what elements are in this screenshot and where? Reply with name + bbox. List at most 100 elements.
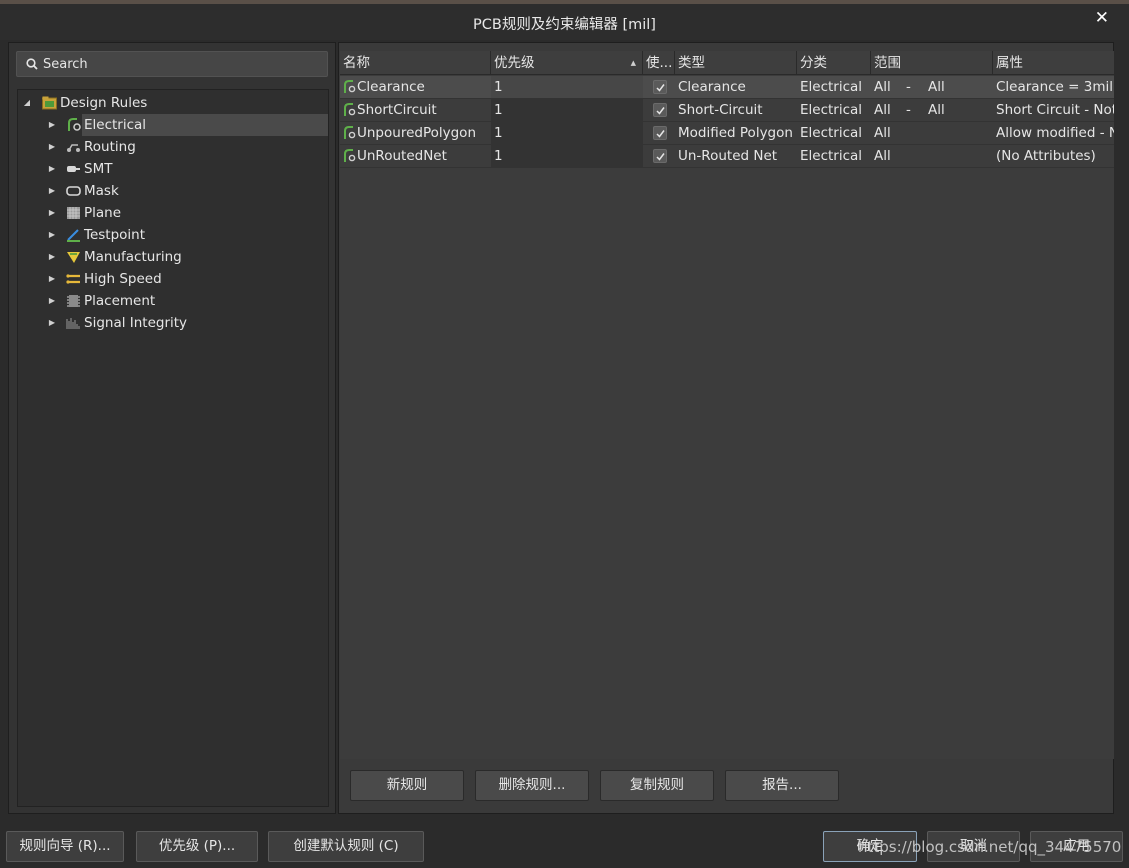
smt-icon (67, 166, 80, 172)
rule-name-cell[interactable]: Clearance (340, 76, 491, 98)
tree-item-electrical-row[interactable]: ▶ Electrical (18, 114, 328, 136)
type-cell: Modified Polygon (678, 125, 793, 141)
scope1-cell: All (874, 125, 891, 141)
collapsed-arrow-icon[interactable]: ▶ (47, 246, 57, 268)
new-rule-button[interactable]: 新规则 (350, 770, 464, 801)
search-icon (26, 58, 38, 70)
rule-name: Clearance (357, 79, 425, 95)
rule-icon (344, 149, 356, 162)
tree-root-design-rules[interactable]: ◢ Design Rules (18, 92, 328, 114)
rule-name: UnpouredPolygon (357, 125, 476, 141)
attributes-cell: Clearance = 3mil (996, 79, 1113, 95)
tree-item-mask[interactable]: ▶ Mask (18, 180, 328, 202)
copy-rule-button[interactable]: 复制规则 (600, 770, 714, 801)
rule-name-cell[interactable]: UnRoutedNet (340, 145, 491, 167)
tree-item-manufacturing[interactable]: ▶ Manufacturing (18, 246, 328, 268)
scope1-cell: All (874, 102, 891, 118)
priority-cell[interactable]: 1 (491, 145, 643, 167)
close-icon[interactable]: ✕ (1095, 8, 1109, 28)
rules-tree[interactable]: ◢ Design Rules ▶ Electrical ▶ Routing ▶ … (17, 89, 329, 807)
cancel-button[interactable]: 取消 (927, 831, 1020, 862)
table-row[interactable]: ShortCircuit 1 Short-Circuit Electrical … (340, 99, 1114, 122)
table-row[interactable]: UnpouredPolygon 1 Modified Polygon Elect… (340, 122, 1114, 145)
collapsed-arrow-icon[interactable]: ▶ (47, 158, 57, 180)
enabled-cell (643, 122, 675, 144)
table-row[interactable]: UnRoutedNet 1 Un-Routed Net Electrical A… (340, 145, 1114, 168)
type-cell: Short-Circuit (678, 102, 763, 118)
collapsed-arrow-icon[interactable]: ▶ (47, 290, 57, 312)
category-cell: Electrical (800, 148, 863, 164)
plane-icon (67, 207, 80, 219)
tree-item-placement[interactable]: ▶ Placement (18, 290, 328, 312)
design-rules-folder-icon (42, 96, 57, 110)
category-cell: Electrical (800, 102, 863, 118)
search-box[interactable] (16, 51, 328, 77)
collapsed-arrow-icon[interactable]: ▶ (47, 180, 57, 202)
rules-grid[interactable]: 名称 优先级 ▲ 使... 类型 分类 范围 属性 Clearance 1 Cl… (340, 51, 1114, 759)
enabled-checkbox[interactable] (653, 126, 667, 140)
expanded-arrow-icon[interactable]: ◢ (22, 92, 32, 114)
column-header-priority-label: 优先级 (494, 55, 535, 71)
rule-name: ShortCircuit (357, 102, 437, 118)
collapsed-arrow-icon[interactable]: ▶ (47, 268, 57, 290)
enabled-checkbox[interactable] (653, 103, 667, 117)
tree-item-label: Mask (84, 183, 119, 199)
enabled-checkbox[interactable] (653, 80, 667, 94)
signal-integrity-icon (66, 318, 80, 329)
tree-item-testpoint[interactable]: ▶ Testpoint (18, 224, 328, 246)
enabled-cell (643, 99, 675, 121)
report-button[interactable]: 报告... (725, 770, 839, 801)
column-header-type[interactable]: 类型 (675, 51, 797, 75)
scope1-cell: All (874, 148, 891, 164)
tree-item-signal-integrity[interactable]: ▶ Signal Integrity (18, 312, 328, 334)
scope2-cell: All (928, 79, 945, 95)
attributes-cell: Allow modified - No (996, 125, 1114, 141)
grid-header: 名称 优先级 ▲ 使... 类型 分类 范围 属性 (340, 51, 1114, 75)
testpoint-icon (67, 229, 80, 242)
column-header-scope[interactable]: 范围 (871, 51, 993, 75)
tree-item-label: High Speed (84, 271, 162, 287)
scope2-cell (925, 122, 993, 144)
tree-item-label: Placement (84, 293, 156, 309)
tree-item-plane[interactable]: ▶ Plane (18, 202, 328, 224)
enabled-cell (643, 145, 675, 167)
scope1-cell: All (874, 79, 891, 95)
attributes-cell: (No Attributes) (996, 148, 1096, 164)
scope-dash: - (906, 102, 911, 118)
category-cell: Electrical (800, 79, 863, 95)
mask-icon (66, 186, 81, 196)
column-header-attributes[interactable]: 属性 (993, 51, 1114, 75)
priority-cell[interactable]: 1 (491, 99, 643, 121)
electrical-icon (68, 118, 81, 131)
column-header-category[interactable]: 分类 (797, 51, 871, 75)
rule-wizard-button[interactable]: 规则向导 (R)... (6, 831, 124, 862)
apply-button[interactable]: 应用 (1030, 831, 1123, 862)
table-row[interactable]: Clearance 1 Clearance Electrical All - A… (340, 76, 1114, 99)
search-input[interactable] (43, 52, 323, 76)
collapsed-arrow-icon[interactable]: ▶ (47, 202, 57, 224)
create-default-rules-button[interactable]: 创建默认规则 (C) (268, 831, 424, 862)
collapsed-arrow-icon[interactable]: ▶ (47, 312, 57, 334)
rule-name-cell[interactable]: ShortCircuit (340, 99, 491, 121)
column-header-priority[interactable]: 优先级 ▲ (491, 51, 643, 75)
column-header-name[interactable]: 名称 (340, 51, 491, 75)
priority-button[interactable]: 优先级 (P)... (136, 831, 258, 862)
sort-ascending-icon: ▲ (630, 59, 636, 67)
rule-name-cell[interactable]: UnpouredPolygon (340, 122, 491, 144)
priority-cell[interactable]: 1 (491, 122, 643, 144)
tree-item-routing[interactable]: ▶ Routing (18, 136, 328, 158)
enabled-checkbox[interactable] (653, 149, 667, 163)
priority-cell[interactable]: 1 (491, 76, 643, 98)
tree-root-label: Design Rules (60, 95, 148, 111)
delete-rule-button[interactable]: 删除规则... (475, 770, 589, 801)
collapsed-arrow-icon[interactable]: ▶ (47, 224, 57, 246)
left-panel: ◢ Design Rules ▶ Electrical ▶ Routing (8, 42, 336, 814)
collapsed-arrow-icon[interactable]: ▶ (47, 114, 57, 136)
column-header-enabled[interactable]: 使... (643, 51, 675, 75)
title-bar: PCB规则及约束编辑器 [mil] ✕ (0, 4, 1129, 40)
ok-button[interactable]: 确定 (823, 831, 917, 862)
tree-item-smt[interactable]: ▶ SMT (18, 158, 328, 180)
manufacturing-icon (67, 252, 80, 263)
tree-item-high-speed[interactable]: ▶ High Speed (18, 268, 328, 290)
collapsed-arrow-icon[interactable]: ▶ (47, 136, 57, 158)
